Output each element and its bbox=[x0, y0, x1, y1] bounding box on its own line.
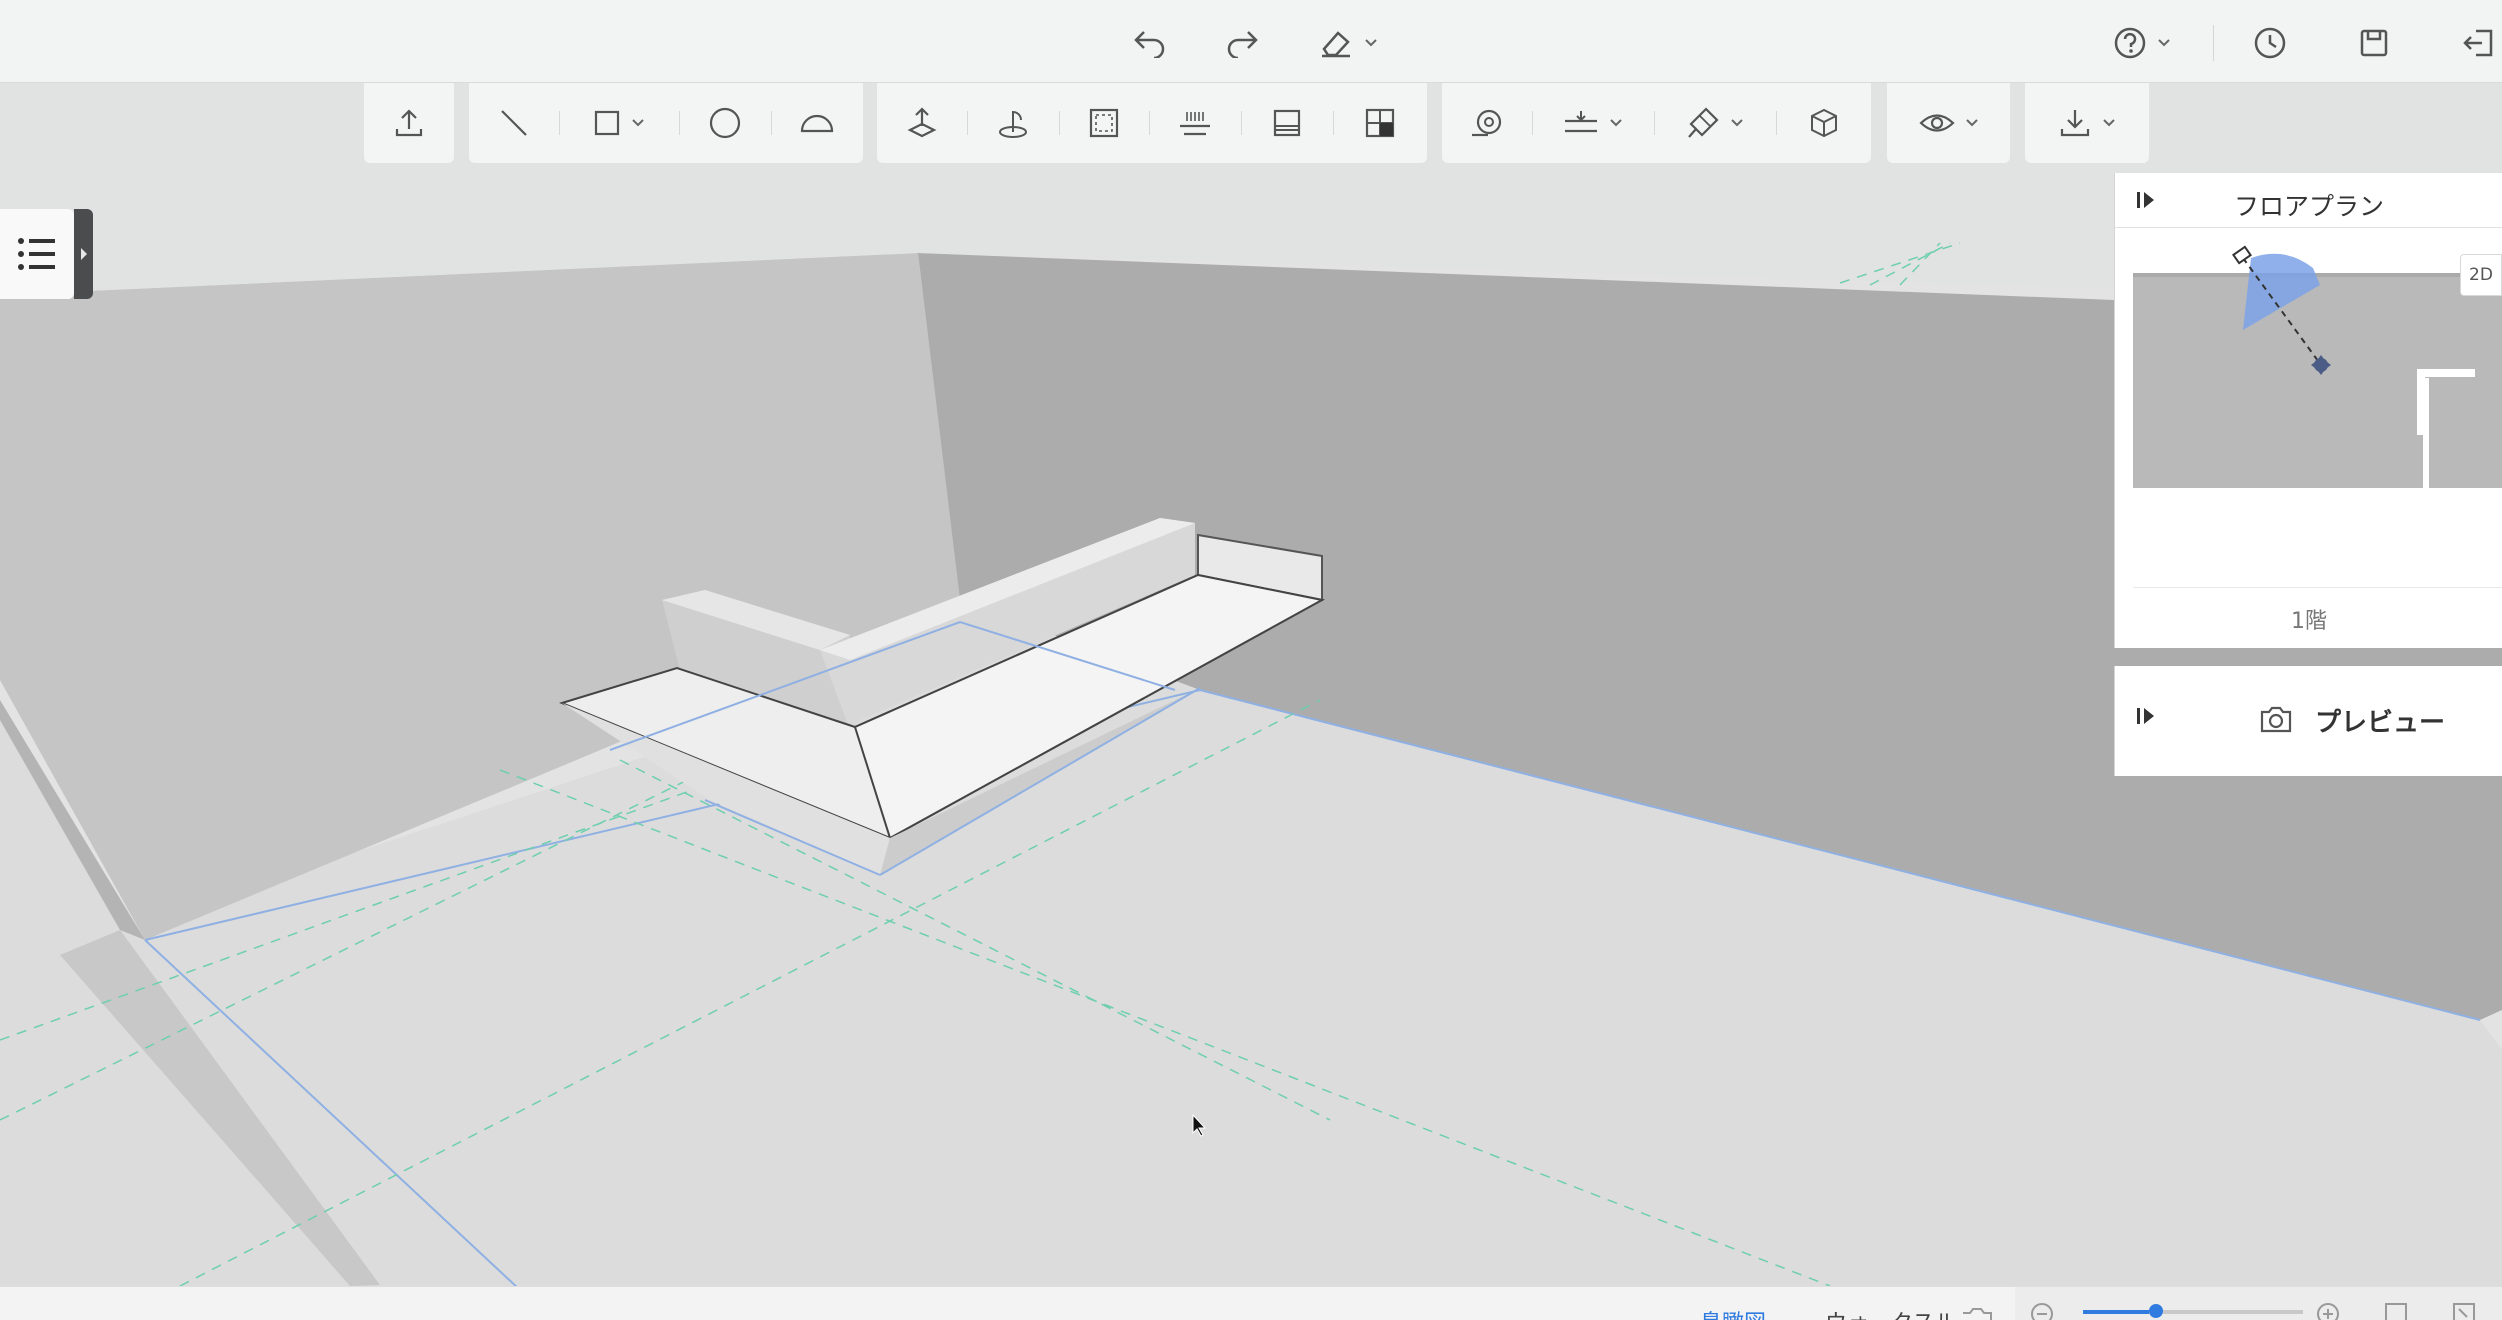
tool-group-view bbox=[1887, 83, 2010, 163]
level-tool[interactable] bbox=[1149, 83, 1241, 163]
tape-measure-icon bbox=[1472, 109, 1502, 137]
save-button[interactable] bbox=[2354, 18, 2394, 68]
collapse-panel-icon[interactable] bbox=[2135, 706, 2157, 726]
zoom-in-icon[interactable] bbox=[2315, 1301, 2341, 1320]
material-tool[interactable] bbox=[1333, 83, 1427, 163]
chevron-down-icon bbox=[1365, 39, 1377, 47]
split-icon bbox=[1273, 109, 1301, 137]
tab-walkthrough[interactable]: ウォークスル bbox=[1825, 1305, 1975, 1320]
expand-right-icon bbox=[80, 248, 87, 260]
camera-icon bbox=[2260, 706, 2292, 733]
box-3d-icon bbox=[1810, 108, 1837, 138]
arc-tool[interactable] bbox=[771, 83, 863, 163]
left-panel-tab bbox=[0, 209, 93, 299]
align-icon bbox=[1565, 111, 1597, 133]
floorplan-map[interactable] bbox=[2115, 228, 2502, 583]
camera-icon[interactable] bbox=[2232, 245, 2252, 265]
camera-target-icon[interactable] bbox=[2314, 358, 2328, 372]
rotate-icon bbox=[999, 110, 1027, 138]
save-disk-icon bbox=[2360, 29, 2388, 57]
2d-toggle-button[interactable]: 2D bbox=[2460, 254, 2502, 296]
tape-measure-tool[interactable] bbox=[1442, 83, 1532, 163]
fullscreen-icon[interactable] bbox=[2451, 1301, 2477, 1320]
history-button[interactable] bbox=[2250, 18, 2290, 68]
help-circle-icon bbox=[2114, 27, 2146, 59]
top-bar bbox=[0, 0, 2502, 83]
preview-panel[interactable]: プレビュー bbox=[2114, 666, 2502, 776]
clock-icon bbox=[2254, 27, 2286, 59]
tool-group-import bbox=[364, 83, 454, 163]
tab-birds-eye[interactable]: 鳥瞰図 bbox=[1700, 1305, 1766, 1320]
arc-icon bbox=[800, 114, 834, 133]
split-tool[interactable] bbox=[1241, 83, 1333, 163]
floorplan-panel: フロアプラン 1階 bbox=[2114, 173, 2502, 648]
list-menu-button[interactable] bbox=[0, 209, 74, 299]
eye-icon bbox=[1918, 114, 1955, 132]
push-pull-icon bbox=[907, 107, 937, 138]
eraser-icon bbox=[1322, 31, 1350, 58]
chevron-down-icon bbox=[1610, 119, 1622, 127]
upload-icon bbox=[395, 109, 423, 137]
list-menu-icon bbox=[18, 238, 55, 270]
level-icon bbox=[1180, 112, 1210, 136]
floorplan-title: フロアプラン bbox=[2233, 192, 2384, 221]
preview-label: プレビュー bbox=[2315, 708, 2446, 738]
zoom-slider[interactable] bbox=[2083, 1310, 2303, 1314]
select-area-tool[interactable] bbox=[1059, 83, 1149, 163]
chevron-down-icon bbox=[1731, 119, 1743, 127]
paint-icon bbox=[1688, 107, 1719, 138]
tool-group-export bbox=[2025, 83, 2149, 163]
zoom-controls bbox=[2015, 1287, 2502, 1320]
circle-tool[interactable] bbox=[679, 83, 771, 163]
divider bbox=[2213, 25, 2214, 61]
upload-button[interactable] bbox=[364, 83, 454, 163]
line-icon bbox=[501, 110, 527, 136]
tool-group-draw bbox=[469, 83, 863, 163]
rotate-tool[interactable] bbox=[967, 83, 1059, 163]
floorplan-header: フロアプラン bbox=[2115, 173, 2502, 228]
rectangle-tool[interactable] bbox=[559, 83, 679, 163]
line-tool[interactable] bbox=[469, 83, 559, 163]
align-tool[interactable] bbox=[1532, 83, 1654, 163]
rectangle-icon bbox=[594, 110, 620, 136]
push-pull-tool[interactable] bbox=[877, 83, 967, 163]
download-button[interactable] bbox=[2025, 83, 2149, 163]
expand-panel-button[interactable] bbox=[74, 209, 93, 299]
chevron-down-icon bbox=[1965, 119, 1978, 127]
undo-button[interactable] bbox=[1130, 18, 1170, 68]
bottom-bar: 鳥瞰図 ウォークスル bbox=[0, 1286, 2502, 1320]
help-button[interactable] bbox=[2106, 18, 2178, 68]
view-toggle-button[interactable] bbox=[1887, 83, 2010, 163]
exit-button[interactable] bbox=[2458, 18, 2498, 68]
redo-button[interactable] bbox=[1222, 18, 1262, 68]
undo-arrow-icon bbox=[1134, 31, 1165, 58]
zoom-slider-thumb[interactable] bbox=[2149, 1304, 2163, 1318]
chevron-down-icon bbox=[632, 119, 644, 127]
redo-arrow-icon bbox=[1227, 31, 1258, 58]
fit-view-icon[interactable] bbox=[2383, 1301, 2409, 1320]
tool-group-tools bbox=[1442, 83, 1871, 163]
chevron-down-icon bbox=[2103, 119, 2115, 127]
download-icon bbox=[2060, 110, 2090, 137]
circle-icon bbox=[709, 107, 741, 139]
divider bbox=[2133, 587, 2502, 588]
box-3d-tool[interactable] bbox=[1776, 83, 1871, 163]
camera-icon[interactable] bbox=[1960, 1305, 1992, 1320]
zoom-out-icon[interactable] bbox=[2029, 1301, 2055, 1320]
tool-group-modify bbox=[877, 83, 1427, 163]
select-area-icon bbox=[1089, 108, 1119, 138]
app-root: フロアプラン 1階 2D プレビュー 鳥瞰図 ウォークスル bbox=[0, 0, 2502, 1320]
chevron-down-icon bbox=[2158, 39, 2170, 47]
material-icon bbox=[1365, 108, 1395, 138]
eraser-button[interactable] bbox=[1312, 18, 1384, 68]
exit-icon bbox=[2463, 29, 2493, 57]
paint-tool[interactable] bbox=[1654, 83, 1776, 163]
floor-selector[interactable]: 1階 bbox=[2115, 603, 2502, 635]
